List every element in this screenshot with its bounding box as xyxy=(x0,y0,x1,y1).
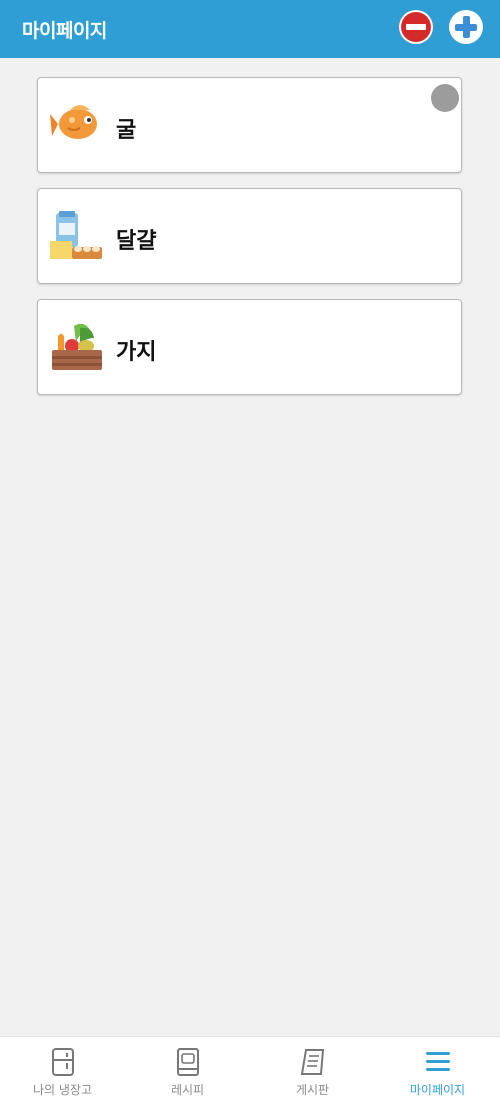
list-item[interactable]: 달걀 xyxy=(37,188,462,284)
recipe-book-icon xyxy=(176,1048,199,1076)
nav-item-my-fridge[interactable]: 나의 냉장고 xyxy=(0,1037,125,1108)
remove-item-button[interactable] xyxy=(399,10,433,44)
nav-label: 마이페이지 xyxy=(409,1083,466,1097)
nav-label: 레시피 xyxy=(170,1083,205,1097)
fridge-icon xyxy=(51,1048,74,1076)
item-name: 굴 xyxy=(116,118,137,143)
bottom-nav: 나의 냉장고 레시피 게시판 마이페이지 xyxy=(0,1036,500,1108)
app-header: 마이페이지 xyxy=(0,0,500,58)
selection-indicator[interactable] xyxy=(431,84,459,112)
nav-item-board[interactable]: 게시판 xyxy=(250,1037,375,1108)
nav-item-mypage[interactable]: 마이페이지 xyxy=(375,1037,500,1108)
list-item[interactable]: 가지 xyxy=(37,299,462,395)
item-name: 가지 xyxy=(116,340,157,365)
nav-label: 게시판 xyxy=(295,1083,330,1097)
minus-circle-icon xyxy=(406,24,426,30)
nav-item-recipe[interactable]: 레시피 xyxy=(125,1037,250,1108)
page-title: 마이페이지 xyxy=(22,20,107,42)
ingredient-list: 굴 달걀 가지 xyxy=(37,77,462,410)
board-icon xyxy=(300,1049,324,1075)
app-screen: 마이페이지 굴 달걀 가지 나의 냉장고 레시피 게시판 마이페이지 xyxy=(0,0,500,1108)
add-item-button[interactable] xyxy=(449,10,483,44)
dairy-icon xyxy=(50,211,102,259)
list-item[interactable]: 굴 xyxy=(37,77,462,173)
fish-icon xyxy=(50,105,97,139)
vegetable-box-icon xyxy=(52,323,102,370)
menu-icon xyxy=(425,1052,450,1071)
item-name: 달걀 xyxy=(116,229,157,254)
nav-label: 나의 냉장고 xyxy=(32,1083,92,1097)
